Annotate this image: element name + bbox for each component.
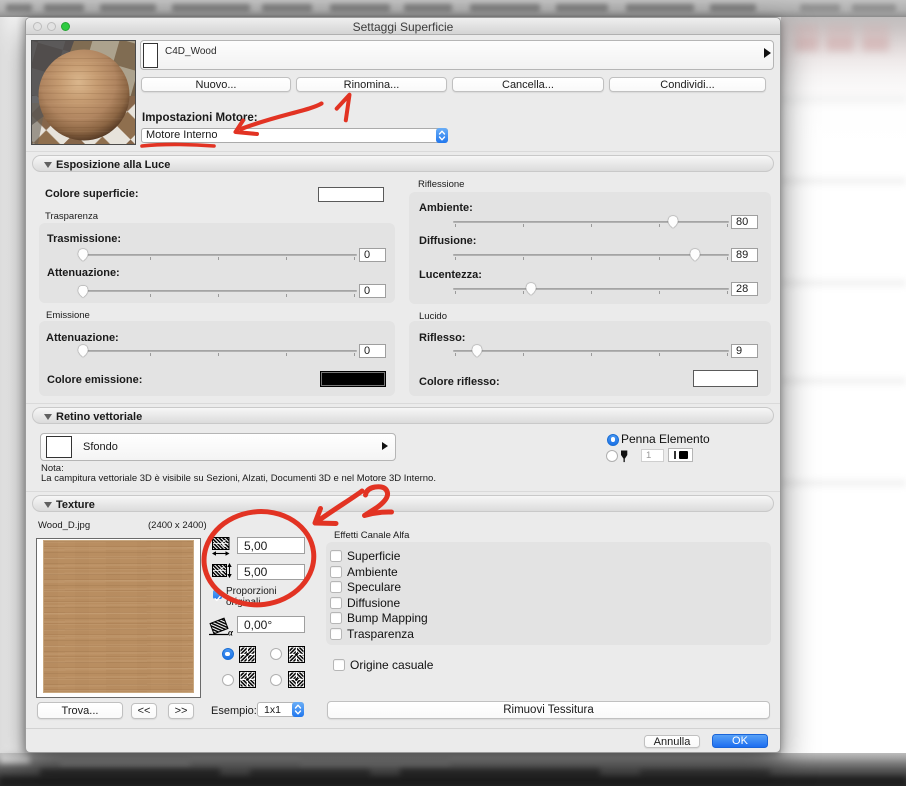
svg-text:α: α [228,628,234,637]
